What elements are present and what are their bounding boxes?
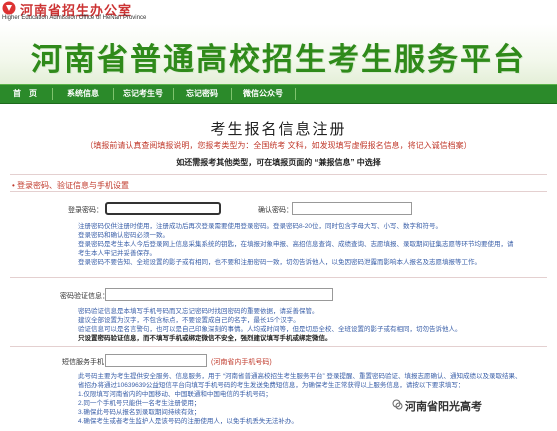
registration-notice: （填报前请认真查阅填报说明，您报考类型为：全国统考 文科，如发现填写虚假报名信息… [85, 141, 472, 150]
section-divider [10, 191, 547, 192]
verify-info-label: 密码验证信息： [60, 293, 109, 300]
exam-type-choice-note: 如还需报考其他类型，可在填报页面的 “兼报信息” 中选择 [176, 158, 381, 167]
nav-home[interactable]: 首 页 [0, 85, 50, 103]
password-label: 登录密码： [68, 207, 103, 214]
verify-help: 密码验证信息是本填写手机号码而又忘记密码时找回密码的重要依据，请妥善保管。 建议… [78, 307, 462, 343]
watermark-text: 河南省阳光高考 [405, 401, 482, 413]
admission-office-logo-icon [2, 1, 16, 15]
password-help-line: 注册密码仅供注册时使用，注册成功后再次登录需要使用登录密码。登录密码8-20位，… [78, 223, 443, 230]
verify-info-input[interactable] [105, 288, 333, 301]
main-nav: 首 页 系统信息 忘记考生号 忘记密码 微信公众号 [0, 84, 557, 104]
password-help: 注册密码仅供注册时使用，注册成功后再次登录需要使用登录密码。登录密码8-20位，… [78, 222, 514, 267]
nav-forgot-candidate-number[interactable]: 忘记考生号 [114, 85, 172, 103]
password-input[interactable] [105, 202, 221, 215]
nav-divider [295, 88, 296, 100]
site-banner: 河南省普通高校招生考生服务平台 [0, 24, 557, 84]
page-title: 考生报名信息注册 [210, 121, 347, 138]
phone-help-line: 此号码主要为考生提供安全服务、信息服务，用于 “河南省普通高校招生考生服务平台”… [78, 373, 522, 380]
phone-help-line: 4.确保考生或者考生监护人是该号码的注册使用人，以免手机丢失无法补办。 [78, 418, 298, 425]
section-divider [10, 346, 547, 347]
sms-phone-input[interactable] [105, 354, 207, 367]
nav-divider [52, 88, 53, 100]
confirm-password-input[interactable] [292, 202, 412, 215]
password-help-line: 登录密码和确认密码必须一致。 [78, 232, 169, 239]
banner-title: 河南省普通高校招生考生服务平台 [31, 42, 526, 77]
org-name-en: Higher Education Admission Office of HeN… [2, 15, 147, 21]
verify-help-line: 验证信息可以是名言警句，也可以是自己印象深刻的事情。人均或时间等，但是切忌全校、… [78, 326, 462, 333]
phone-hint: (河南省内手机号码) [211, 359, 272, 366]
nav-system-info[interactable]: 系统信息 [54, 85, 112, 103]
section-divider [10, 277, 547, 278]
section-divider [10, 174, 547, 175]
verify-help-line: 密码验证信息是本填写手机号码而又忘记密码时找回密码的重要依据，请妥善保管。 [78, 308, 319, 315]
section-heading-text: 登录密码、验证信息与手机设置 [17, 181, 130, 190]
phone-help-line: 省招办将通过10639639公益短信平台向填写手机号码的考生发送免费短信息，为确… [78, 382, 465, 389]
nav-forgot-password[interactable]: 忘记密码 [174, 85, 230, 103]
password-help-line: 考生本人牢记并妥善保存。 [78, 250, 156, 257]
password-help-line: 登录密码是考生本人今后登录网上信息采集系统的钥匙，在填报对象申报、高招信息查询、… [78, 241, 514, 248]
section-heading: • 登录密码、验证信息与手机设置 [12, 180, 129, 191]
nav-wechat-account[interactable]: 微信公众号 [232, 85, 294, 103]
verify-help-line-emphasis: 只设置密码验证信息，而不填写手机或绑定微信不安全，强烈建议填写手机或绑定微信。 [78, 335, 332, 342]
top-header: 河南省招生办公室 Higher Education Admission Offi… [0, 0, 557, 24]
wechat-watermark-icon [392, 399, 403, 410]
password-help-line: 登录密码不要告知、全班设置的影子或有相同，也不要和注册密码一致，切勿告诉他人，以… [78, 259, 481, 266]
sms-phone-label: 短信服务手机： [62, 359, 111, 366]
verify-help-line: 建议全部设置为汉字，不包含标点，不要设置成自己的名字，最长15个汉字。 [78, 317, 300, 324]
confirm-password-label: 确认密码： [258, 207, 293, 214]
